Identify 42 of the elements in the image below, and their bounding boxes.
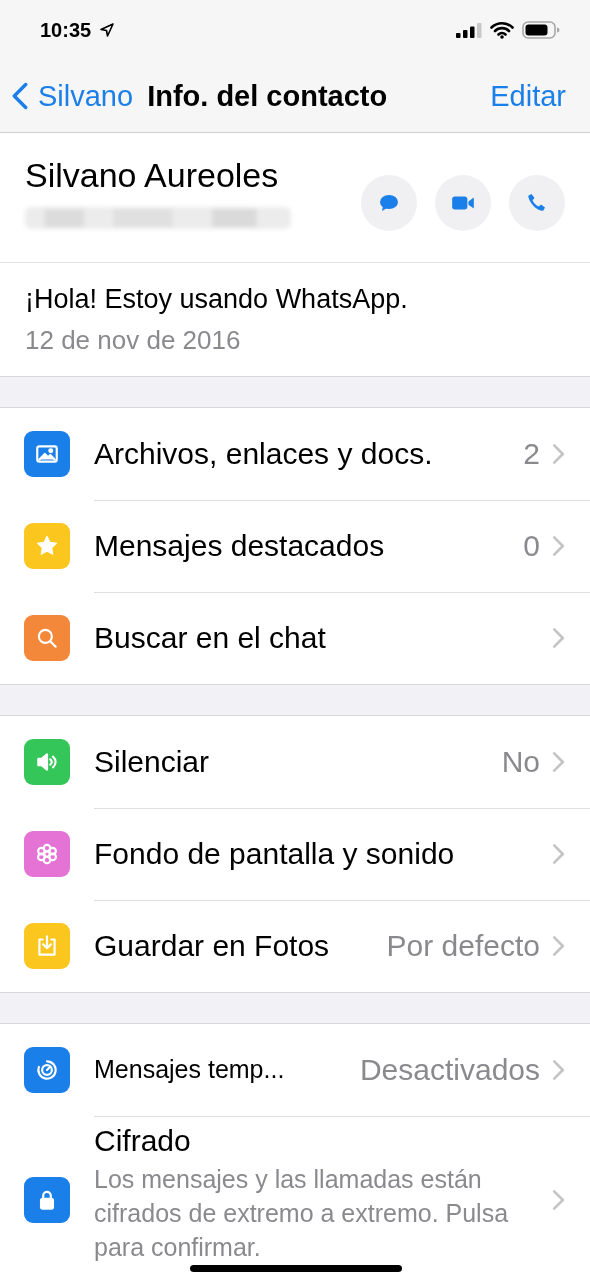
row-label: Buscar en el chat [94, 621, 327, 655]
row-value: Desactivados [359, 1052, 540, 1087]
row-value: 0 [523, 528, 540, 563]
row-label: Silenciar [94, 744, 211, 779]
row-value: 2 [523, 436, 540, 471]
chevron-icon [552, 842, 565, 865]
settings-row[interactable]: Archivos, enlaces y docs. 2 [0, 408, 590, 500]
clock-time: 10:35 [40, 18, 92, 42]
about-date: 12 de nov de 2016 [25, 324, 242, 356]
row-label: Fondo de pantalla y sonido [94, 836, 456, 871]
wifi-icon [490, 21, 514, 39]
row-value: No [501, 744, 540, 779]
row-label: Cifrado [94, 1124, 192, 1158]
screen-title: Info. del contacto [147, 79, 389, 113]
row-description: Los mensajes y las llamadas están cifrados de extremo a extremo. Pulsa para confirmar. [94, 1164, 510, 1263]
settings-row[interactable]: Buscar en el chat [0, 592, 590, 684]
chevron-icon [552, 935, 565, 957]
settings-row[interactable]: Mensajes temp... Desactivados [0, 1024, 590, 1116]
chevron-icon [552, 534, 565, 557]
settings-row[interactable]: Mensajes destacados 0 [0, 500, 590, 592]
chevron-icon [552, 442, 565, 465]
settings-row[interactable]: Cifrado Los mensajes y las llamadas están cifrados de extremo a extremo. Pulsa para confirmar. [0, 1116, 590, 1280]
settings-row[interactable]: Fondo de pantalla y sonido [0, 808, 590, 900]
chevron-icon [552, 1189, 565, 1211]
chevron-icon [552, 1058, 565, 1081]
edit-button[interactable]: Editar [490, 79, 566, 113]
settings-row[interactable]: Silenciar No [0, 716, 590, 808]
signal-icon [456, 22, 482, 38]
chevron-icon [552, 750, 565, 773]
back-button[interactable]: Silvano [12, 79, 134, 113]
back-chevron-icon [12, 82, 28, 110]
row-value: Por defecto [386, 929, 540, 963]
chevron-icon [552, 627, 565, 649]
contact-name: Silvano Aureoles [25, 156, 280, 195]
row-label: Mensajes temp... [94, 1055, 285, 1084]
row-label: Archivos, enlaces y docs. [94, 436, 434, 471]
battery-icon [522, 21, 560, 39]
about-status: ¡Hola! Estoy usando WhatsApp. [25, 283, 409, 315]
location-arrow-icon [99, 22, 116, 38]
row-label: Guardar en Fotos [94, 929, 331, 963]
settings-row[interactable]: Guardar en Fotos Por defecto [0, 900, 590, 992]
row-label: Mensajes destacados [94, 528, 386, 563]
